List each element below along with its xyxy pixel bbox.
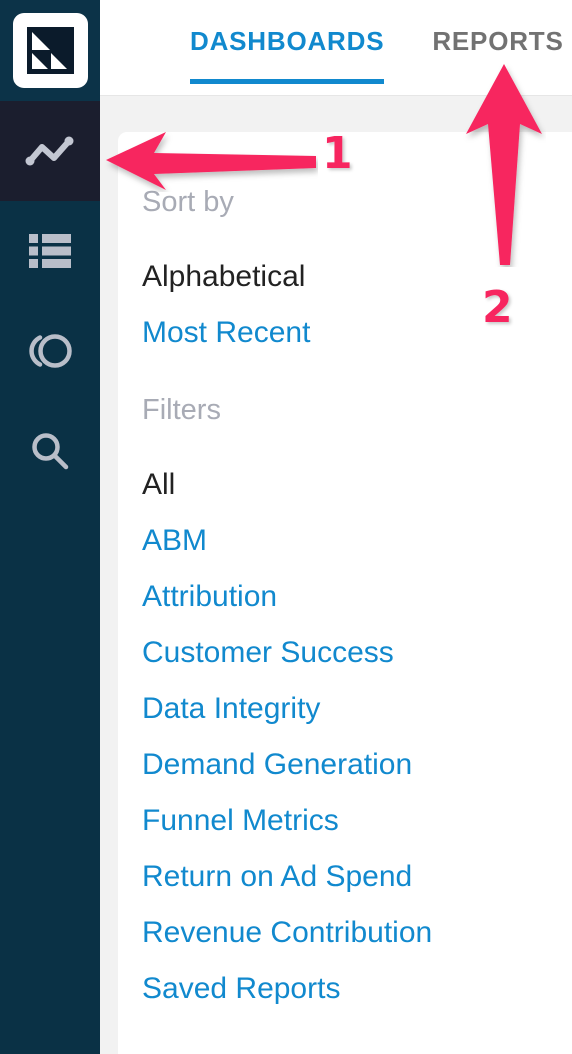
app-logo-tile bbox=[12, 13, 88, 88]
sort-option-most-recent[interactable]: Most Recent bbox=[142, 316, 310, 350]
sidebar-item-search[interactable] bbox=[0, 401, 100, 501]
filter-option-funnel-metrics[interactable]: Funnel Metrics bbox=[142, 804, 339, 838]
sidebar-item-segments[interactable] bbox=[0, 301, 100, 401]
tab-dashboards[interactable]: DASHBOARDS bbox=[190, 0, 385, 84]
app-logo-glyph bbox=[26, 27, 74, 74]
filter-option-revenue-contribution[interactable]: Revenue Contribution bbox=[142, 916, 432, 950]
app-logo-mark bbox=[26, 27, 74, 74]
topbar-divider bbox=[100, 95, 572, 96]
filter-option-demand-generation[interactable]: Demand Generation bbox=[142, 748, 412, 782]
filter-option-data-integrity[interactable]: Data Integrity bbox=[142, 692, 320, 726]
filter-option-all[interactable]: All bbox=[142, 468, 175, 502]
tab-active-underline bbox=[190, 79, 385, 84]
app-logo[interactable] bbox=[0, 0, 100, 101]
annotation-number-1: 1 bbox=[320, 126, 356, 182]
tab-dashboards-label: DASHBOARDS bbox=[190, 26, 385, 56]
app-root: DASHBOARDS REPORTS Sort by Alphabetical … bbox=[0, 0, 572, 1054]
left-nav-sidebar bbox=[0, 0, 100, 1054]
search-icon bbox=[32, 433, 69, 470]
top-tab-bar: DASHBOARDS REPORTS bbox=[100, 0, 572, 95]
filter-option-attribution[interactable]: Attribution bbox=[142, 580, 277, 614]
dashboard-filter-panel: Sort by Alphabetical Most Recent Filters… bbox=[118, 132, 572, 1054]
sidebar-item-trends[interactable] bbox=[0, 101, 100, 201]
filter-option-abm[interactable]: ABM bbox=[142, 524, 207, 558]
filter-option-return-on-ad-spend[interactable]: Return on Ad Spend bbox=[142, 860, 412, 894]
annotation-number-2: 2 bbox=[480, 280, 516, 336]
filter-option-customer-success[interactable]: Customer Success bbox=[142, 636, 394, 670]
list-icon bbox=[29, 234, 71, 268]
filter-option-saved-reports[interactable]: Saved Reports bbox=[142, 972, 340, 1006]
sort-option-alphabetical[interactable]: Alphabetical bbox=[142, 260, 305, 294]
filters-heading: Filters bbox=[142, 394, 221, 426]
tab-reports-label: REPORTS bbox=[432, 26, 564, 56]
sort-by-heading: Sort by bbox=[142, 186, 234, 218]
line-chart-icon bbox=[25, 136, 74, 166]
tab-list: DASHBOARDS REPORTS bbox=[100, 0, 564, 95]
donut-chart-icon bbox=[29, 334, 72, 368]
sidebar-item-lists[interactable] bbox=[0, 201, 100, 301]
tab-reports[interactable]: REPORTS bbox=[432, 0, 563, 57]
